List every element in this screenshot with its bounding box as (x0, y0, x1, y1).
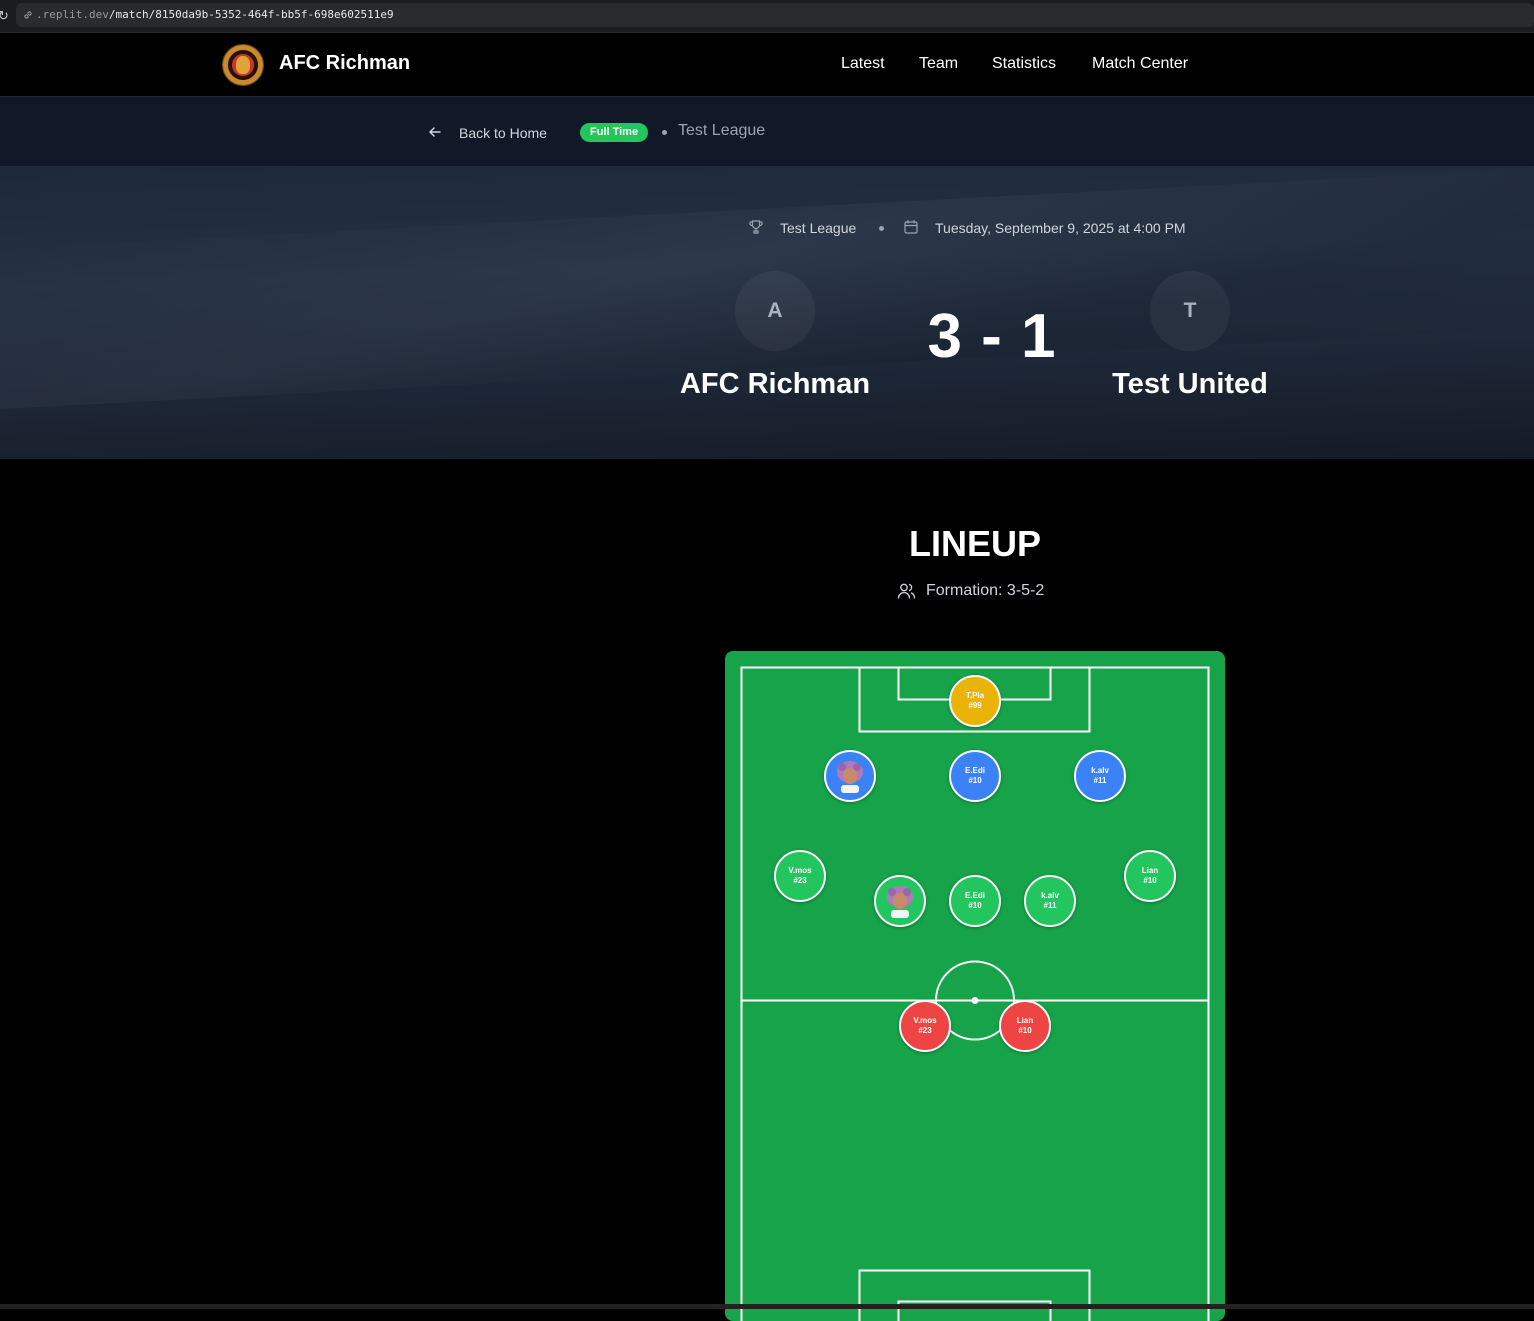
player-marker[interactable]: k.alv#11 (1074, 750, 1126, 802)
club-crest-logo[interactable] (222, 44, 264, 86)
player-name: E.Edi (965, 766, 985, 776)
player-marker[interactable]: V.mos#23 (774, 850, 826, 902)
player-number: #10 (968, 901, 981, 911)
player-marker[interactable] (874, 875, 926, 927)
player-number: #10 (1018, 1026, 1031, 1036)
nav-latest[interactable]: Latest (841, 55, 885, 73)
breadcrumb-league: Test League (678, 122, 765, 140)
breadcrumb: Back to Home Full Time Test League (0, 97, 1534, 167)
player-number: #23 (793, 876, 806, 886)
separator-dot (879, 226, 884, 231)
player-name: E.Edi (965, 891, 985, 901)
reload-icon[interactable]: ↻ (0, 8, 12, 24)
page-bottom-edge (0, 1304, 1534, 1309)
player-number: #11 (1094, 776, 1107, 786)
nav-match-center[interactable]: Match Center (1092, 55, 1188, 73)
match-datetime: Tuesday, September 9, 2025 at 4:00 PM (935, 220, 1186, 236)
url-host: .replit.dev (36, 8, 109, 21)
player-number: #23 (918, 1026, 931, 1036)
back-to-home-link[interactable]: Back to Home (459, 125, 547, 141)
player-number: #10 (1143, 876, 1156, 886)
home-team-name: AFC Richman (675, 368, 875, 401)
url-path: /match/8150da9b-5352-464f-bb5f-698e60251… (109, 8, 394, 21)
nav-statistics[interactable]: Statistics (992, 55, 1056, 73)
formation-label: Formation: 3-5-2 (926, 582, 1044, 600)
player-number: #99 (968, 701, 981, 711)
link-icon (22, 9, 34, 21)
calendar-icon (903, 219, 919, 235)
player-marker[interactable]: T.Pla#99 (949, 675, 1001, 727)
browser-url-bar: ↻ .replit.dev/match/8150da9b-5352-464f-b… (0, 0, 1534, 33)
player-marker[interactable]: V.mos#23 (899, 1000, 951, 1052)
arrow-left-icon[interactable] (428, 125, 442, 139)
pitch: T.Pla#99E.Edi#10k.alv#11V.mos#23E.Edi#10… (725, 651, 1225, 1321)
url-text[interactable]: .replit.dev/match/8150da9b-5352-464f-bb5… (36, 8, 394, 21)
player-name: Lian (1142, 866, 1158, 876)
player-number: #11 (1044, 901, 1057, 911)
match-league: Test League (780, 220, 856, 236)
trophy-icon (748, 219, 764, 235)
status-badge: Full Time (580, 123, 648, 142)
site-header: AFC Richman Latest Team Statistics Match… (0, 33, 1534, 97)
match-score: 3 - 1 (900, 301, 1084, 372)
away-team-avatar: T (1150, 271, 1230, 351)
home-team-avatar: A (735, 271, 815, 351)
player-marker[interactable] (824, 750, 876, 802)
away-team-name: Test United (1090, 368, 1290, 401)
player-number: #10 (968, 776, 981, 786)
brand-name[interactable]: AFC Richman (279, 52, 410, 75)
player-photo (835, 759, 865, 793)
nav-team[interactable]: Team (919, 55, 958, 73)
player-name: V.mos (788, 866, 811, 876)
player-marker[interactable]: k.alv#11 (1024, 875, 1076, 927)
player-name: k.alv (1041, 891, 1059, 901)
separator-dot (662, 130, 667, 135)
player-name: Lian (1017, 1016, 1033, 1026)
player-marker[interactable]: Lian#10 (1124, 850, 1176, 902)
player-photo (885, 884, 915, 918)
player-name: k.alv (1091, 766, 1109, 776)
player-name: T.Pla (966, 691, 984, 701)
lineup-heading: LINEUP (775, 523, 1175, 565)
player-marker[interactable]: Lian#10 (999, 1000, 1051, 1052)
player-name: V.mos (913, 1016, 936, 1026)
users-icon (897, 582, 916, 600)
player-marker[interactable]: E.Edi#10 (949, 875, 1001, 927)
match-hero: Test League Tuesday, September 9, 2025 a… (0, 167, 1534, 459)
player-marker[interactable]: E.Edi#10 (949, 750, 1001, 802)
